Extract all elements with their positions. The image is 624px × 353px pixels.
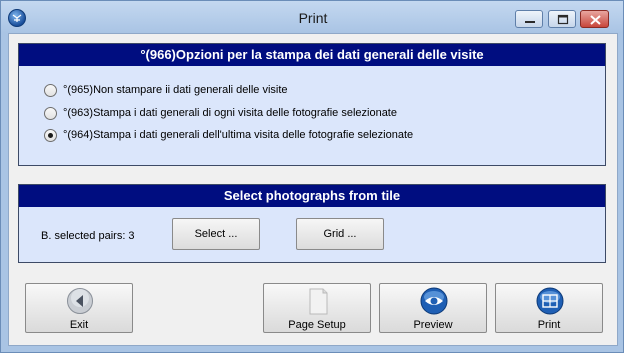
radio-button[interactable]	[44, 106, 57, 120]
back-arrow-icon	[67, 288, 93, 314]
close-button[interactable]	[580, 10, 609, 28]
title-bar[interactable]: Print	[1, 1, 623, 33]
page-setup-button[interactable]: Page Setup	[263, 283, 371, 333]
grid-button[interactable]: Grid ...	[296, 218, 384, 250]
print-options-group: °(966)Opzioni per la stampa dei dati gen…	[18, 43, 606, 166]
close-icon	[590, 15, 601, 25]
radio-button[interactable]	[44, 83, 57, 97]
selected-pairs-label: B. selected pairs: 3	[41, 230, 135, 242]
preview-button[interactable]: Preview	[379, 283, 487, 333]
option-label: °(964)Stampa i dati generali dell'ultima…	[63, 129, 414, 141]
page-icon	[309, 288, 328, 315]
select-photos-header: Select photographs from tile	[19, 185, 605, 207]
option-no-general-data[interactable]: °(965)Non stampare ii dati generali dell…	[44, 82, 288, 98]
print-window: Print °(966)Opzioni per la stampa dei da…	[0, 0, 624, 353]
page-setup-label: Page Setup	[288, 319, 346, 331]
option-label: °(963)Stampa i dati generali di ogni vis…	[63, 107, 397, 119]
exit-label: Exit	[69, 319, 89, 331]
maximize-icon	[557, 14, 569, 25]
print-options-header: °(966)Opzioni per la stampa dei dati gen…	[19, 44, 605, 66]
eye-preview-icon	[420, 287, 448, 315]
option-last-visit[interactable]: °(964)Stampa i dati generali dell'ultima…	[44, 127, 413, 143]
option-each-visit[interactable]: °(963)Stampa i dati generali di ogni vis…	[44, 105, 397, 121]
exit-button[interactable]: Exit	[25, 283, 133, 333]
minimize-button[interactable]	[515, 10, 543, 28]
maximize-button[interactable]	[548, 10, 576, 28]
print-grid-icon	[536, 287, 564, 315]
select-photos-group: Select photographs from tile B. selected…	[18, 184, 606, 263]
print-label: Print	[537, 319, 561, 331]
radio-button-checked[interactable]	[44, 128, 57, 142]
option-label: °(965)Non stampare ii dati generali dell…	[63, 84, 288, 96]
preview-label: Preview	[413, 319, 453, 331]
print-button[interactable]: Print	[495, 283, 603, 333]
select-button[interactable]: Select ...	[172, 218, 260, 250]
minimize-icon	[525, 21, 535, 23]
